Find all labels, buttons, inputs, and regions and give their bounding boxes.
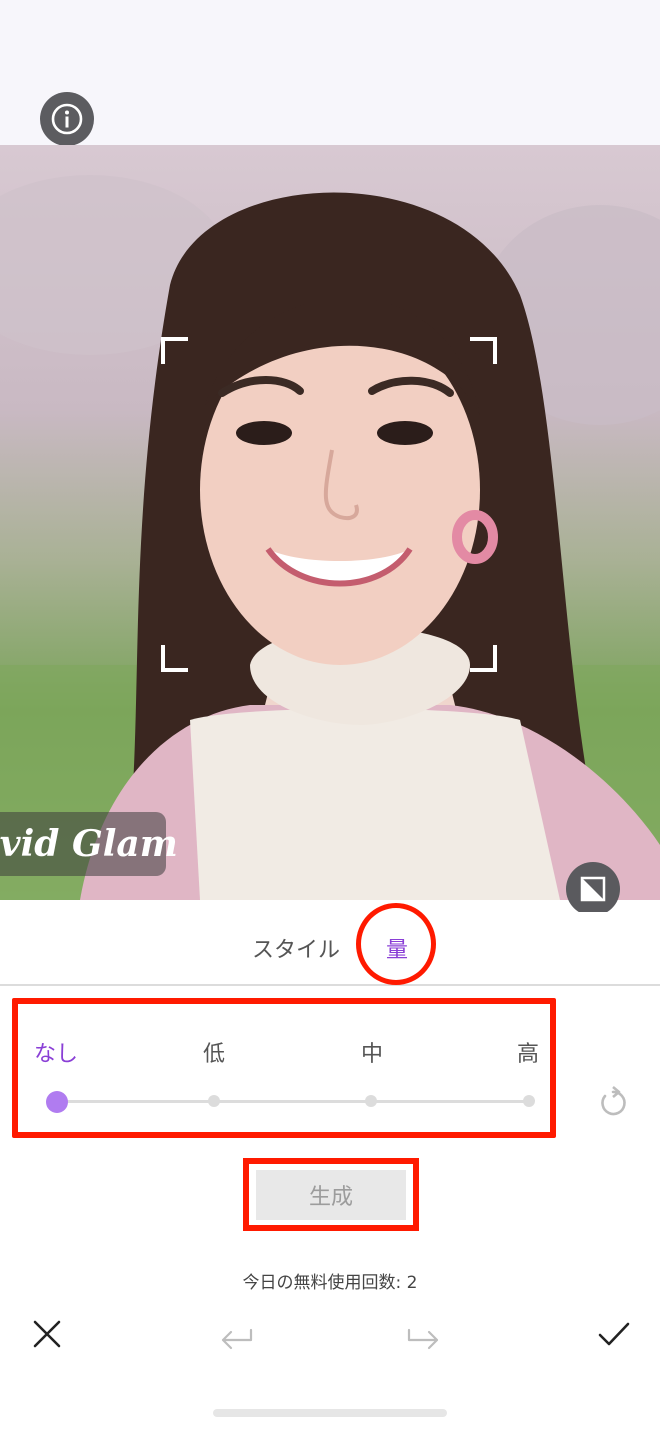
tab-highlight-circle xyxy=(356,903,436,985)
level-slider-track[interactable] xyxy=(57,1100,529,1103)
redo-icon[interactable] xyxy=(405,1316,441,1352)
slider-step-high[interactable] xyxy=(523,1095,535,1107)
style-watermark: ivid Glam xyxy=(0,812,178,876)
style-watermark-text: ivid Glam xyxy=(0,823,178,865)
level-medium[interactable]: 中 xyxy=(361,1036,383,1068)
tab-style[interactable]: スタイル xyxy=(252,932,340,964)
check-icon[interactable] xyxy=(596,1316,632,1352)
free-usage-count: 今日の無料使用回数: 2 xyxy=(242,1273,418,1293)
level-selector-highlight xyxy=(12,998,556,1138)
level-high[interactable]: 高 xyxy=(517,1036,539,1068)
mode-tabs: スタイル 量 xyxy=(0,912,660,986)
level-none[interactable]: なし xyxy=(34,1036,78,1068)
top-bar xyxy=(0,0,660,145)
slider-step-low[interactable] xyxy=(208,1095,220,1107)
home-indicator xyxy=(213,1409,447,1417)
level-low[interactable]: 低 xyxy=(203,1036,225,1068)
compare-icon xyxy=(580,876,606,902)
portrait-illustration xyxy=(0,175,660,900)
portrait-photo xyxy=(0,145,660,900)
info-button[interactable] xyxy=(40,92,94,146)
info-icon xyxy=(51,103,83,135)
slider-knob[interactable] xyxy=(46,1091,68,1113)
slider-step-medium[interactable] xyxy=(365,1095,377,1107)
compare-button[interactable] xyxy=(566,862,620,916)
undo-icon[interactable] xyxy=(219,1316,255,1352)
reset-icon[interactable] xyxy=(596,1086,630,1120)
close-icon[interactable] xyxy=(29,1316,65,1352)
generate-button[interactable]: 生成 xyxy=(256,1170,406,1220)
